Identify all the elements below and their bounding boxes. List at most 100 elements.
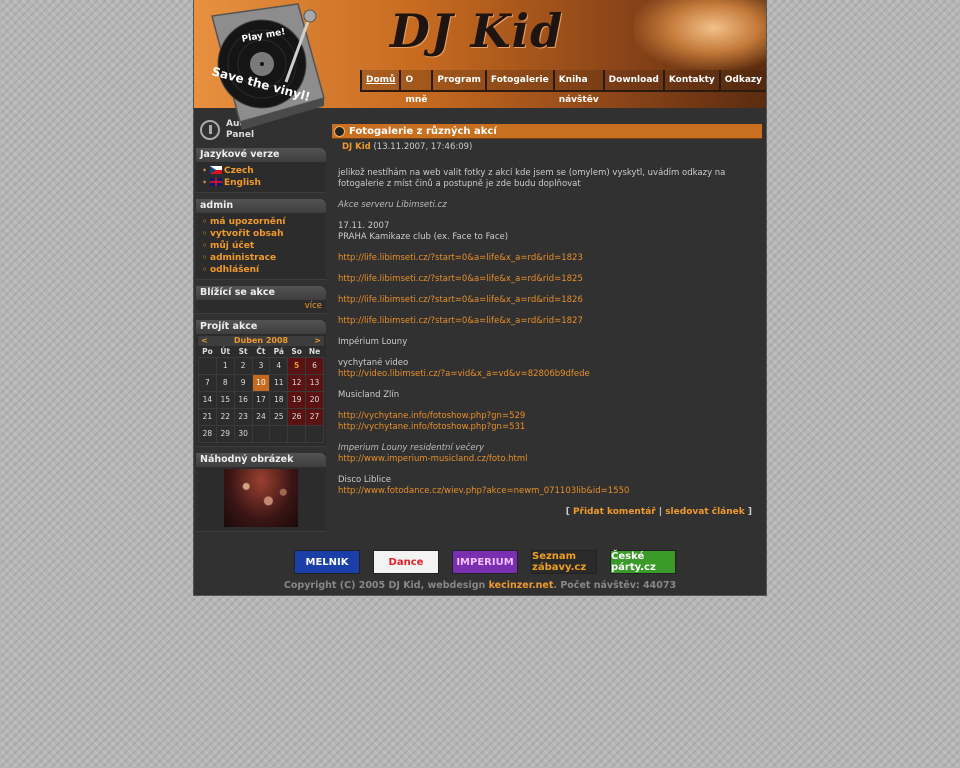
calendar-weekday: Pá [273, 346, 284, 356]
nav-links[interactable]: Odkazy [718, 70, 766, 90]
admin-notifications[interactable]: má upozornění [202, 216, 326, 228]
calendar-day[interactable]: 10 [251, 373, 271, 392]
admin-title: admin [196, 199, 326, 213]
article-bullet-icon [334, 125, 345, 137]
banner-melnik[interactable]: MELNIK [294, 550, 360, 574]
banner-dance[interactable]: Dance [373, 550, 439, 574]
calendar-day[interactable]: 2 [233, 356, 253, 375]
gallery-link[interactable]: http://life.libimseti.cz/?start=0&a=life… [338, 295, 583, 305]
nav-contacts[interactable]: Kontakty [662, 70, 719, 90]
article: Fotogalerie z různých akcí DJ Kid (13.11… [332, 124, 762, 518]
calendar-box: Projít akce < Duben 2008 > Po Út St Čt Pá So N… [196, 320, 326, 447]
calendar-day [287, 424, 307, 443]
calendar-weekday: Út [220, 346, 231, 356]
nav-program[interactable]: Program [431, 70, 485, 90]
upcoming-more-link[interactable]: více [196, 300, 326, 313]
watch-article-link[interactable]: sledovat článek [665, 507, 745, 517]
article-body: jelikož nestíhám na web valit fotky z ak… [332, 152, 762, 518]
calendar-day[interactable]: 4 [269, 356, 289, 375]
nav-gallery[interactable]: Fotogalerie [484, 70, 553, 90]
footer-copyright: Copyright (C) 2005 DJ Kid, webdesign kec… [194, 580, 766, 591]
article-actions: [ Přidat komentář | sledovat článek ] [565, 507, 752, 517]
calendar-day[interactable]: 18 [269, 390, 289, 409]
calendar-day[interactable]: 25 [269, 407, 289, 426]
calendar-day[interactable]: 21 [198, 407, 217, 426]
calendar-day[interactable]: 26 [287, 407, 307, 426]
calendar-day[interactable]: 19 [287, 390, 307, 409]
gallery-link[interactable]: http://life.libimseti.cz/?start=0&a=life… [338, 253, 583, 263]
video-label: vychytané video [338, 358, 409, 368]
turntable-icon: Play me! Save the vinyl! [210, 3, 325, 130]
upcoming-title: Blížící se akce [196, 286, 326, 300]
calendar-day[interactable]: 13 [305, 373, 324, 392]
admin-create-content[interactable]: vytvořit obsah [202, 228, 326, 240]
banner-ceske-party[interactable]: České párty.cz [610, 550, 676, 574]
site-logo[interactable]: DJ Kid [390, 4, 563, 58]
lang-czech[interactable]: Czech [202, 165, 326, 177]
calendar-day[interactable]: 24 [251, 407, 271, 426]
calendar-day[interactable]: 20 [305, 390, 324, 409]
calendar-day[interactable]: 1 [215, 356, 235, 375]
calendar-day[interactable]: 12 [287, 373, 307, 392]
calendar-day[interactable]: 16 [233, 390, 253, 409]
add-comment-link[interactable]: Přidat komentář [573, 507, 656, 517]
main-nav: Domů O mně Program Fotogalerie Kniha náv… [360, 70, 766, 105]
calendar-title: Projít akce [196, 320, 326, 334]
admin-administration[interactable]: administrace [202, 252, 326, 264]
article-date: (13.11.2007, 17:46:09) [373, 142, 473, 152]
calendar-day[interactable]: 9 [233, 373, 253, 392]
language-title: Jazykové verze [196, 148, 326, 162]
calendar-day[interactable]: 5 [287, 356, 307, 375]
nav-about[interactable]: O mně [399, 70, 432, 105]
calendar-day[interactable]: 28 [198, 424, 217, 443]
article-author[interactable]: DJ Kid [342, 142, 371, 152]
copyright-text: Copyright (C) 2005 DJ Kid, webdesign [283, 580, 486, 591]
article-title-bar: Fotogalerie z různých akcí [332, 124, 762, 139]
disco-label: Disco Liblice [338, 475, 392, 485]
nav-guestbook[interactable]: Kniha návštěv [552, 70, 603, 105]
admin-logout[interactable]: odhlášení [202, 264, 326, 276]
calendar-day [198, 356, 217, 375]
calendar-day[interactable]: 14 [198, 390, 217, 409]
uk-flag-icon [210, 178, 222, 186]
nav-home[interactable]: Domů [360, 70, 400, 90]
calendar-next-button[interactable]: > [314, 336, 321, 346]
disco-link[interactable]: http://www.fotodance.cz/wiev.php?akce=ne… [338, 486, 629, 496]
calendar-day[interactable]: 3 [251, 356, 271, 375]
gallery-link[interactable]: http://life.libimseti.cz/?start=0&a=life… [338, 316, 583, 326]
calendar-day[interactable]: 22 [215, 407, 235, 426]
calendar-day[interactable]: 23 [233, 407, 253, 426]
event-date: 17.11. 2007 [338, 221, 390, 231]
calendar-day[interactable]: 15 [215, 390, 235, 409]
random-party-photo[interactable] [224, 468, 298, 527]
nav-download[interactable]: Download [602, 70, 663, 90]
upcoming-box: Blížící se akce více [196, 286, 326, 314]
calendar-weekday: Čt [256, 346, 266, 356]
calendar-header: < Duben 2008 > [198, 336, 324, 346]
calendar-day[interactable]: 17 [251, 390, 271, 409]
calendar-day[interactable]: 27 [305, 407, 324, 426]
calendar-weekday: Ne [308, 346, 321, 356]
visit-count: . Počet návštěv: 44073 [553, 580, 677, 591]
calendar-prev-button[interactable]: < [201, 336, 208, 346]
lang-english[interactable]: English [202, 177, 326, 189]
section-libimseti: Akce serveru Libimseti.cz [338, 200, 447, 210]
calendar-day[interactable]: 30 [233, 424, 253, 443]
vychytane-link[interactable]: http://vychytane.info/fotoshow.php?gn=53… [338, 422, 525, 432]
vychytane-link[interactable]: http://vychytane.info/fotoshow.php?gn=52… [338, 411, 525, 421]
calendar-weekday: Po [202, 346, 213, 356]
article-title: Fotogalerie z různých akcí [349, 125, 497, 137]
calendar-day[interactable]: 11 [269, 373, 289, 392]
calendar-day[interactable]: 29 [215, 424, 235, 443]
article-meta: DJ Kid (13.11.2007, 17:46:09) [332, 139, 762, 152]
banner-imperium[interactable]: IMPERIUM [452, 550, 518, 574]
video-link[interactable]: http://video.libimseti.cz/?a=vid&x_a=vd&… [338, 369, 590, 379]
calendar-day[interactable]: 8 [215, 373, 235, 392]
imperium-link[interactable]: http://www.imperium-musicland.cz/foto.ht… [338, 454, 528, 464]
admin-my-account[interactable]: můj účet [202, 240, 326, 252]
designer-link[interactable]: kecinzer.net [489, 580, 554, 591]
calendar-day[interactable]: 6 [305, 356, 324, 375]
calendar-day[interactable]: 7 [198, 373, 217, 392]
gallery-link[interactable]: http://life.libimseti.cz/?start=0&a=life… [338, 274, 583, 284]
banner-seznam-zabavy[interactable]: Seznam zábavy.cz [531, 550, 597, 574]
